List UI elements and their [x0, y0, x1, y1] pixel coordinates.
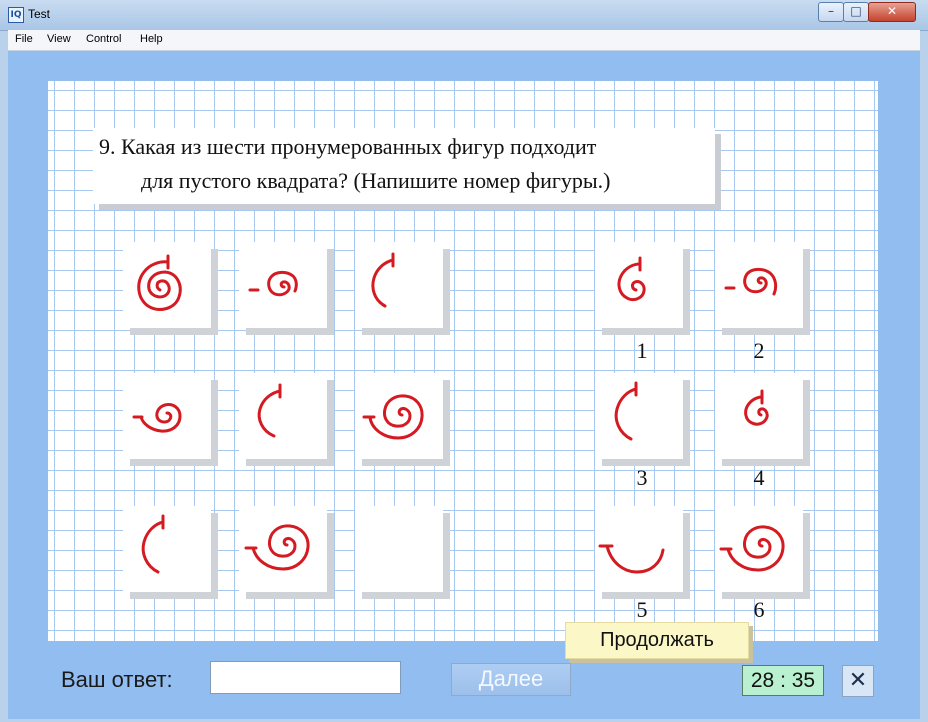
close-test-button[interactable]: ✕: [842, 665, 874, 697]
puzzle-cell-7: [123, 506, 211, 592]
option-figure-4[interactable]: [715, 373, 803, 459]
option-figure-6[interactable]: [715, 506, 803, 592]
puzzle-cell-1: [123, 242, 211, 328]
answer-label: Ваш ответ:: [61, 667, 173, 692]
option-number-5: 5: [636, 597, 648, 622]
puzzle-cell-2: [239, 242, 327, 328]
spiral-figure: [744, 389, 769, 426]
window-title: Test: [28, 7, 51, 21]
spiral-figure: [617, 256, 646, 302]
option-number-6: 6: [753, 597, 765, 622]
spiral-figure: [719, 525, 785, 572]
question-box: 9. Какая из шести пронумерованных фигур …: [93, 128, 715, 204]
next-button[interactable]: Далее: [451, 663, 571, 696]
spiral-figure: [371, 252, 395, 308]
maximize-button[interactable]: □: [843, 2, 869, 22]
puzzle-cell-5: [239, 373, 327, 459]
option-figure-1[interactable]: [595, 242, 683, 328]
menu-view[interactable]: View: [47, 33, 71, 45]
answer-input[interactable]: [210, 661, 401, 694]
spiral-figure: [244, 524, 310, 571]
continue-tooltip[interactable]: Продолжать: [565, 622, 749, 659]
puzzle-cell-empty: [355, 506, 443, 592]
menu-file[interactable]: File: [15, 33, 33, 45]
test-panel: 9. Какая из шести пронумерованных фигур …: [8, 51, 920, 719]
spiral-figure: [362, 394, 424, 440]
option-number-4: 4: [753, 465, 765, 490]
spiral-figure: [724, 267, 778, 296]
spiral-figure: [598, 544, 665, 574]
question-line-2: для пустого квадрата? (Напишите номер фи…: [141, 168, 611, 193]
option-figure-2[interactable]: [715, 242, 803, 328]
spiral-figure: [137, 254, 182, 311]
puzzle-cell-8: [239, 506, 327, 592]
puzzle-cell-4: [123, 373, 211, 459]
question-line-1: 9. Какая из шести пронумерованных фигур …: [99, 134, 597, 159]
spiral-figure: [257, 383, 282, 438]
spiral-figure: [141, 514, 165, 574]
option-figure-3[interactable]: [595, 373, 683, 459]
spiral-figure: [248, 270, 298, 297]
option-figure-5[interactable]: [595, 506, 683, 592]
menu-bar: File View Control Help: [8, 30, 920, 51]
puzzle-cell-6: [355, 373, 443, 459]
puzzle-cell-3: [355, 242, 443, 328]
app-icon: IQ: [8, 7, 24, 23]
option-number-3: 3: [636, 465, 648, 490]
option-number-2: 2: [753, 338, 765, 363]
close-icon: ✕: [848, 668, 868, 693]
spiral-figure: [132, 403, 182, 433]
title-bar: IQ Test – □ ✕: [0, 0, 928, 31]
menu-control[interactable]: Control: [86, 33, 121, 45]
minimize-button[interactable]: –: [818, 2, 844, 22]
timer-display: 28 : 35: [742, 665, 824, 696]
window-close-button[interactable]: ✕: [868, 2, 916, 22]
option-number-1: 1: [636, 338, 648, 363]
spiral-figure: [614, 381, 638, 441]
menu-help[interactable]: Help: [140, 33, 163, 45]
